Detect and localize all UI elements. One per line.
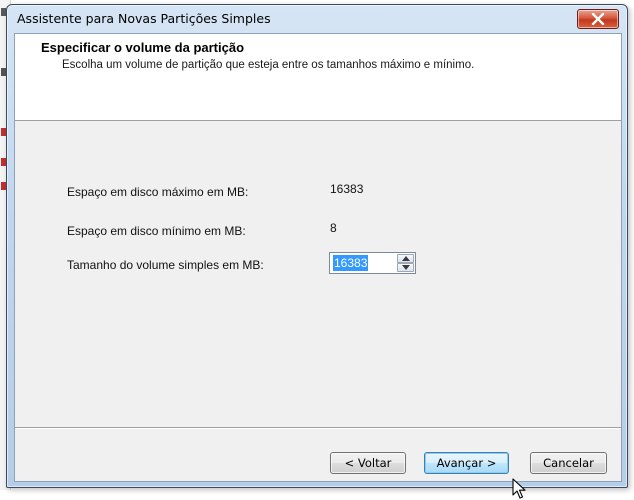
page-title: Especificar o volume da partição [41,40,245,55]
min-size-label: Espaço em disco mínimo em MB: [67,224,246,238]
chevron-down-icon [402,265,410,270]
stepper-buttons [397,254,414,272]
volume-size-label: Tamanho do volume simples em MB: [67,258,264,272]
min-size-value: 8 [330,221,337,235]
close-icon [591,13,605,25]
back-button[interactable]: < Voltar [330,452,406,474]
next-button[interactable]: Avançar > [424,452,509,474]
window-title: Assistente para Novas Partições Simples [17,11,271,26]
wizard-body: Especificar o volume da partição Escolha… [14,33,622,499]
wizard-window: Assistente para Novas Partições Simples … [6,4,628,499]
chevron-up-icon [402,256,410,261]
mouse-pointer-icon [512,478,526,499]
volume-size-stepper[interactable]: 16383 [329,252,416,274]
stepper-down-button[interactable] [397,263,414,272]
footer-divider [15,427,621,429]
max-size-label: Espaço em disco máximo em MB: [67,185,249,199]
max-size-value: 16383 [330,182,364,196]
stepper-up-button[interactable] [397,254,414,263]
page-subtitle: Escolha um volume de partição que esteja… [62,59,475,71]
volume-size-selected-text: 16383 [333,255,369,271]
title-bar[interactable]: Assistente para Novas Partições Simples [7,5,627,31]
close-button[interactable] [577,9,619,29]
wizard-header: Especificar o volume da partição Escolha… [15,34,621,121]
cancel-button[interactable]: Cancelar [530,452,607,474]
